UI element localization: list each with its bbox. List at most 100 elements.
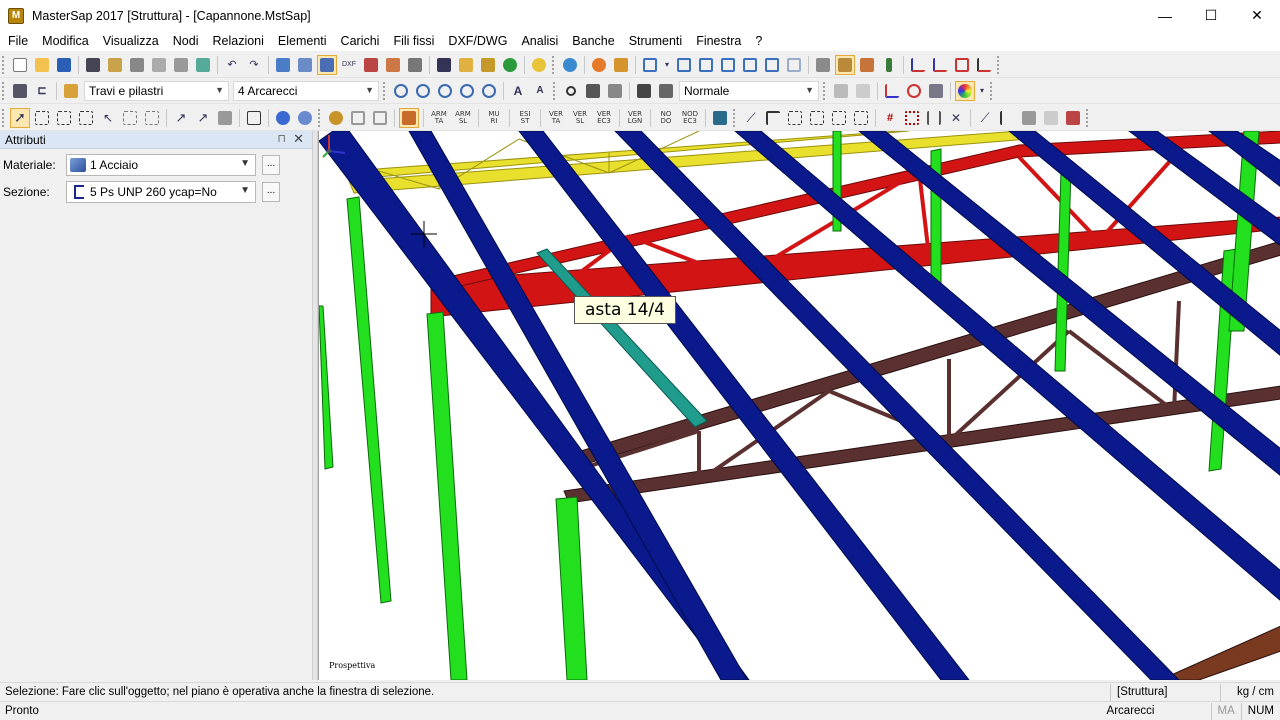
delete-element-icon[interactable] <box>1063 108 1083 128</box>
menu-nodi[interactable]: Nodi <box>165 34 205 48</box>
calculator-icon[interactable] <box>361 55 381 75</box>
wand-icon[interactable] <box>61 81 81 101</box>
menu-visualizza[interactable]: Visualizza <box>95 34 165 48</box>
reset-view-icon[interactable] <box>605 81 625 101</box>
open-folder-icon[interactable] <box>32 55 52 75</box>
toolbar-grip[interactable] <box>552 55 555 74</box>
offset-icon[interactable] <box>1019 108 1039 128</box>
select-all-icon[interactable] <box>142 108 162 128</box>
material-browse-button[interactable]: ... <box>262 155 280 175</box>
zoom-out-icon[interactable] <box>413 81 433 101</box>
color-wheel-icon[interactable] <box>955 80 975 101</box>
bracket-icon[interactable]: ⊏ <box>32 81 52 101</box>
view-mode-select[interactable]: Normale ▼ <box>679 80 819 101</box>
app-logo-icon[interactable]: M <box>8 7 24 24</box>
hash-icon[interactable]: # <box>880 108 900 128</box>
camera-settings-icon[interactable] <box>656 81 676 101</box>
lamp-icon[interactable] <box>926 81 946 101</box>
menu-strumenti[interactable]: Strumenti <box>621 34 689 48</box>
design-icon[interactable] <box>399 107 419 128</box>
load-icon[interactable] <box>383 55 403 75</box>
arm-ta-button[interactable]: ARM TA <box>428 110 450 125</box>
truss-icon[interactable] <box>370 108 390 128</box>
draw-truss-icon[interactable] <box>785 108 805 128</box>
select-box-icon[interactable] <box>76 108 96 128</box>
rectangle-icon[interactable] <box>952 55 972 75</box>
delete-node-icon[interactable]: ✕ <box>946 108 966 128</box>
zoom-window-icon[interactable] <box>435 81 455 101</box>
edit-doc-icon[interactable] <box>434 55 454 75</box>
toolbar-grip[interactable] <box>733 108 736 127</box>
fill-icon[interactable] <box>478 55 498 75</box>
pin-icon[interactable] <box>879 55 899 75</box>
menu-analisi[interactable]: Analisi <box>513 34 564 48</box>
toolbar-grip[interactable] <box>2 108 5 127</box>
select-arrow-icon[interactable]: ➚ <box>10 107 30 128</box>
esi-st-button[interactable]: ESI ST <box>514 110 536 125</box>
menu-modifica[interactable]: Modifica <box>34 34 95 48</box>
draw-grid-icon[interactable] <box>829 108 849 128</box>
toolbar-grip[interactable] <box>553 81 556 100</box>
ver-ec3-button[interactable]: VER EC3 <box>593 110 615 125</box>
axes-icon[interactable] <box>882 81 902 101</box>
pencil-icon[interactable] <box>171 55 191 75</box>
menu-dxf-dwg[interactable]: DXF/DWG <box>440 34 513 48</box>
view-top-icon[interactable] <box>762 55 782 75</box>
section-select[interactable]: 5 Ps UNP 260 ycap=No ▼ <box>66 181 256 203</box>
no-do-button[interactable]: NO DO <box>655 110 677 125</box>
group-select[interactable]: 4 Arcarecci ▼ <box>233 80 379 101</box>
split-icon[interactable] <box>924 108 944 128</box>
toolbar-grip[interactable] <box>2 55 5 74</box>
settings-gear-icon[interactable] <box>326 108 346 128</box>
view-back-icon[interactable] <box>696 55 716 75</box>
draw-bracing-icon[interactable] <box>807 108 827 128</box>
view-front-icon[interactable] <box>674 55 694 75</box>
dimension-alt-icon[interactable] <box>930 55 950 75</box>
draw-roof-icon[interactable] <box>851 108 871 128</box>
element-type-select[interactable]: Travi e pilastri ▼ <box>84 80 229 101</box>
cube-view-icon[interactable] <box>640 55 660 75</box>
frame-icon[interactable] <box>348 108 368 128</box>
toolbar-grip[interactable] <box>318 108 321 127</box>
extend-icon[interactable]: ⟋ <box>975 108 995 128</box>
scale-icon[interactable] <box>974 55 994 75</box>
material-select[interactable]: 1 Acciaio ▼ <box>66 154 256 176</box>
select-group-icon[interactable] <box>120 108 140 128</box>
new-file-icon[interactable] <box>10 55 30 75</box>
ver-lgn-button[interactable]: VER LGN <box>624 110 646 125</box>
redo-icon[interactable]: ↷ <box>244 55 264 75</box>
grid-view-icon[interactable] <box>295 55 315 75</box>
nod-ec3-button[interactable]: NOD EC3 <box>679 110 701 125</box>
draw-frame-icon[interactable] <box>763 108 783 128</box>
structure-3d-viewport[interactable]: asta 14/4 Prospettiva <box>318 131 1280 680</box>
info-icon[interactable] <box>500 55 520 75</box>
maximize-button[interactable]: ☐ <box>1188 0 1234 31</box>
mu-ri-button[interactable]: MU RI <box>483 110 505 125</box>
dimension-icon[interactable] <box>908 55 928 75</box>
select-node-icon[interactable] <box>32 108 52 128</box>
toolbar-grip[interactable] <box>2 81 5 100</box>
view-bottom-icon[interactable] <box>784 55 804 75</box>
menu-finestra[interactable]: Finestra <box>688 34 747 48</box>
toolbar-grip[interactable] <box>997 55 1000 74</box>
home-active-icon[interactable] <box>835 54 855 75</box>
pin-icon[interactable]: ⊓ <box>277 132 286 145</box>
help-bulb-icon[interactable] <box>529 55 549 75</box>
rotate-icon[interactable] <box>583 81 603 101</box>
light-off-icon[interactable] <box>853 81 873 101</box>
chevron-down-icon[interactable]: ▾ <box>662 55 672 75</box>
view-left-icon[interactable] <box>718 55 738 75</box>
context-help-icon[interactable] <box>295 108 315 128</box>
house-icon[interactable] <box>857 55 877 75</box>
list-icon[interactable] <box>244 108 264 128</box>
menu-file[interactable]: File <box>0 34 34 48</box>
search-icon[interactable] <box>561 81 581 101</box>
folder-icon[interactable] <box>456 55 476 75</box>
section-browse-button[interactable]: ... <box>262 182 280 202</box>
table-icon[interactable] <box>710 108 730 128</box>
view-options-icon[interactable] <box>273 55 293 75</box>
mirror-icon[interactable] <box>215 108 235 128</box>
pointer-icon[interactable]: ↖ <box>98 108 118 128</box>
light-icon[interactable] <box>831 81 851 101</box>
shape-torus-icon[interactable] <box>589 55 609 75</box>
